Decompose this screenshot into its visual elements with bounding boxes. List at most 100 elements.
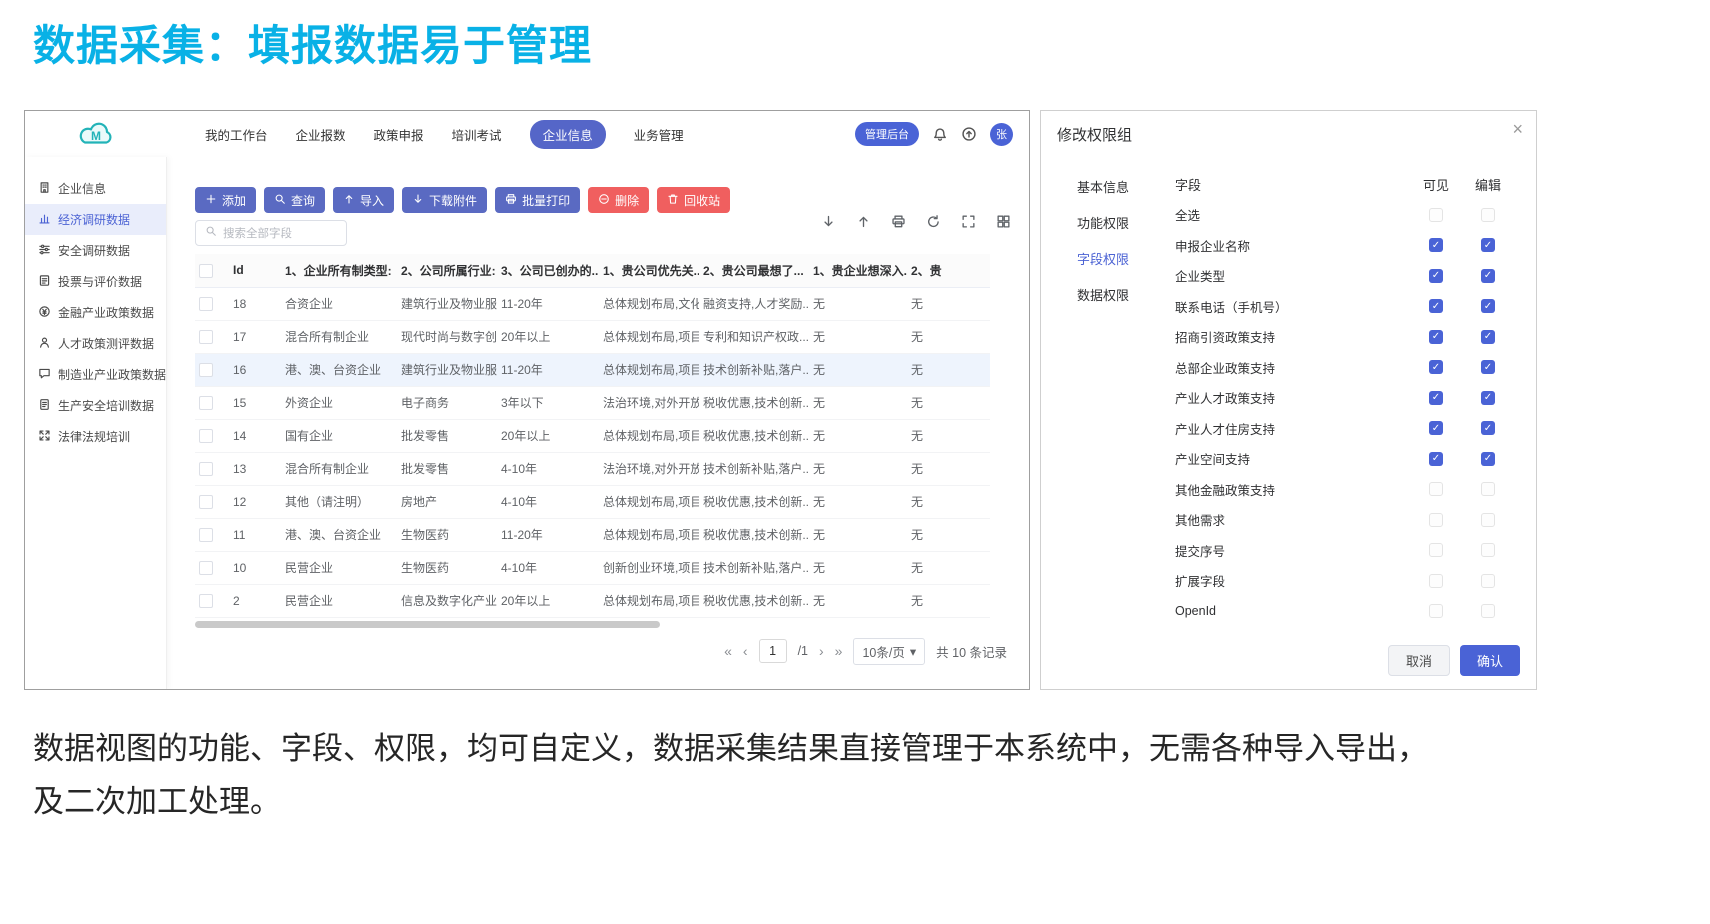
field-label: OpenId bbox=[1175, 604, 1410, 618]
bell-icon[interactable] bbox=[932, 126, 948, 142]
toolbar-button-1[interactable]: 查询 bbox=[264, 187, 325, 213]
row-checkbox[interactable] bbox=[199, 495, 213, 509]
row-checkbox[interactable] bbox=[199, 429, 213, 443]
visible-checkbox[interactable]: ✓ bbox=[1429, 391, 1443, 405]
table-row[interactable]: 12其他（请注明）房地产4-10年总体规划布局,项目...税收优惠,技术创新..… bbox=[195, 485, 990, 518]
first-page-button[interactable]: « bbox=[724, 643, 732, 659]
toolbar-button-5[interactable]: 删除 bbox=[588, 187, 649, 213]
edit-checkbox[interactable]: ✓ bbox=[1481, 421, 1495, 435]
app-topbar: M 我的工作台 企业报数 政策申报 培训考试 企业信息 业务管理 管理后台 张 bbox=[25, 111, 1029, 157]
table-row[interactable]: 15外资企业电子商务3年以下法治环境,对外开放税收优惠,技术创新...无无 bbox=[195, 386, 990, 419]
edit-checkbox[interactable] bbox=[1481, 604, 1495, 618]
row-checkbox[interactable] bbox=[199, 363, 213, 377]
nav-item-0[interactable]: 我的工作台 bbox=[205, 125, 268, 144]
table-row[interactable]: 13混合所有制企业批发零售4-10年法治环境,对外开放...技术创新补贴,落户.… bbox=[195, 452, 990, 485]
visible-checkbox[interactable] bbox=[1429, 482, 1443, 496]
sidebar-item-7[interactable]: 生产安全培训数据 bbox=[25, 390, 166, 421]
current-page[interactable]: 1 bbox=[759, 639, 787, 663]
sidebar-item-4[interactable]: 金融产业政策数据 bbox=[25, 297, 166, 328]
toolbar-button-3[interactable]: 下载附件 bbox=[402, 187, 487, 213]
avatar[interactable]: 张 bbox=[990, 123, 1013, 146]
toolbar-button-4[interactable]: 批量打印 bbox=[495, 187, 580, 213]
toolbar-button-6[interactable]: 回收站 bbox=[657, 187, 730, 213]
next-page-button[interactable]: › bbox=[819, 643, 824, 659]
visible-checkbox[interactable] bbox=[1429, 604, 1443, 618]
select-all-visible-checkbox[interactable] bbox=[1429, 208, 1443, 222]
refresh-icon[interactable] bbox=[926, 214, 941, 234]
prev-page-button[interactable]: ‹ bbox=[743, 643, 748, 659]
cancel-button[interactable]: 取消 bbox=[1388, 645, 1450, 676]
nav-item-3[interactable]: 培训考试 bbox=[452, 125, 502, 144]
edit-checkbox[interactable] bbox=[1481, 482, 1495, 496]
select-all-edit-checkbox[interactable] bbox=[1481, 208, 1495, 222]
table-row[interactable]: 11港、澳、台资企业生物医药11-20年总体规划布局,项目...税收优惠,技术创… bbox=[195, 518, 990, 551]
close-icon[interactable]: × bbox=[1512, 120, 1523, 138]
edit-checkbox[interactable]: ✓ bbox=[1481, 391, 1495, 405]
last-page-button[interactable]: » bbox=[835, 643, 843, 659]
sidebar-item-5[interactable]: 人才政策测评数据 bbox=[25, 328, 166, 359]
visible-checkbox[interactable]: ✓ bbox=[1429, 238, 1443, 252]
modal-tab-2[interactable]: 字段权限 bbox=[1077, 249, 1165, 271]
visible-checkbox[interactable] bbox=[1429, 543, 1443, 557]
visible-checkbox[interactable]: ✓ bbox=[1429, 299, 1443, 313]
table-row[interactable]: 17混合所有制企业现代时尚与数字创意20年以上总体规划布局,项目...专利和知识… bbox=[195, 320, 990, 353]
modal-tab-3[interactable]: 数据权限 bbox=[1077, 285, 1165, 307]
modal-tab-0[interactable]: 基本信息 bbox=[1077, 177, 1165, 199]
edit-checkbox[interactable]: ✓ bbox=[1481, 452, 1495, 466]
visible-checkbox[interactable]: ✓ bbox=[1429, 452, 1443, 466]
visible-checkbox[interactable]: ✓ bbox=[1429, 421, 1443, 435]
sidebar-item-2[interactable]: 安全调研数据 bbox=[25, 235, 166, 266]
table-row[interactable]: 2民营企业信息及数字化产业20年以上总体规划布局,项目...税收优惠,技术创新.… bbox=[195, 584, 990, 617]
row-checkbox[interactable] bbox=[199, 528, 213, 542]
visible-checkbox[interactable] bbox=[1429, 513, 1443, 527]
row-checkbox[interactable] bbox=[199, 330, 213, 344]
select-all-checkbox[interactable] bbox=[199, 264, 213, 278]
toolbar-button-2[interactable]: 导入 bbox=[333, 187, 394, 213]
printer-icon[interactable] bbox=[891, 214, 906, 234]
nav-item-2[interactable]: 政策申报 bbox=[374, 125, 424, 144]
edit-checkbox[interactable]: ✓ bbox=[1481, 360, 1495, 374]
edit-checkbox[interactable]: ✓ bbox=[1481, 330, 1495, 344]
confirm-button[interactable]: 确认 bbox=[1460, 645, 1520, 676]
table-row[interactable]: 10民营企业生物医药4-10年创新创业环境,项目...技术创新补贴,落户...无… bbox=[195, 551, 990, 584]
sidebar-item-8[interactable]: 法律法规培训 bbox=[25, 421, 166, 452]
visible-checkbox[interactable]: ✓ bbox=[1429, 360, 1443, 374]
nav-item-1[interactable]: 企业报数 bbox=[296, 125, 346, 144]
edit-checkbox[interactable] bbox=[1481, 574, 1495, 588]
modal-tab-1[interactable]: 功能权限 bbox=[1077, 213, 1165, 235]
table-row[interactable]: 16港、澳、台资企业建筑行业及物业服务11-20年总体规划布局,项目...技术创… bbox=[195, 353, 990, 386]
sidebar-item-3[interactable]: 投票与评价数据 bbox=[25, 266, 166, 297]
fullscreen-icon[interactable] bbox=[961, 214, 976, 234]
edit-checkbox[interactable] bbox=[1481, 513, 1495, 527]
page-size-select[interactable]: 10条/页 ▾ bbox=[853, 638, 925, 665]
grid-icon[interactable] bbox=[996, 214, 1011, 234]
toolbar-button-0[interactable]: 添加 bbox=[195, 187, 256, 213]
horizontal-scrollbar[interactable] bbox=[195, 621, 660, 628]
edit-checkbox[interactable]: ✓ bbox=[1481, 299, 1495, 313]
nav-item-5[interactable]: 业务管理 bbox=[634, 125, 684, 144]
app-logo[interactable]: M bbox=[25, 119, 167, 149]
row-checkbox[interactable] bbox=[199, 594, 213, 608]
visible-checkbox[interactable]: ✓ bbox=[1429, 330, 1443, 344]
sidebar-item-1[interactable]: 经济调研数据 bbox=[25, 204, 166, 235]
sidebar-item-6[interactable]: 制造业产业政策数据 bbox=[25, 359, 166, 390]
nav-item-4[interactable]: 企业信息 bbox=[530, 120, 606, 149]
visible-checkbox[interactable]: ✓ bbox=[1429, 269, 1443, 283]
search-input[interactable]: 搜索全部字段 bbox=[195, 220, 347, 246]
row-checkbox[interactable] bbox=[199, 396, 213, 410]
edit-checkbox[interactable] bbox=[1481, 543, 1495, 557]
table-cell: 混合所有制企业 bbox=[281, 452, 397, 485]
sidebar-item-0[interactable]: 企业信息 bbox=[25, 173, 166, 204]
row-checkbox[interactable] bbox=[199, 561, 213, 575]
row-checkbox[interactable] bbox=[199, 462, 213, 476]
download-icon[interactable] bbox=[821, 214, 836, 234]
visible-checkbox[interactable] bbox=[1429, 574, 1443, 588]
circle-up-icon[interactable] bbox=[961, 126, 977, 142]
admin-badge[interactable]: 管理后台 bbox=[855, 122, 919, 146]
table-row[interactable]: 14国有企业批发零售20年以上总体规划布局,项目...税收优惠,技术创新...无… bbox=[195, 419, 990, 452]
edit-checkbox[interactable]: ✓ bbox=[1481, 238, 1495, 252]
upload-icon[interactable] bbox=[856, 214, 871, 234]
row-checkbox[interactable] bbox=[199, 297, 213, 311]
table-row[interactable]: 18合资企业建筑行业及物业服务11-20年总体规划布局,文化...融资支持,人才… bbox=[195, 287, 990, 320]
edit-checkbox[interactable]: ✓ bbox=[1481, 269, 1495, 283]
